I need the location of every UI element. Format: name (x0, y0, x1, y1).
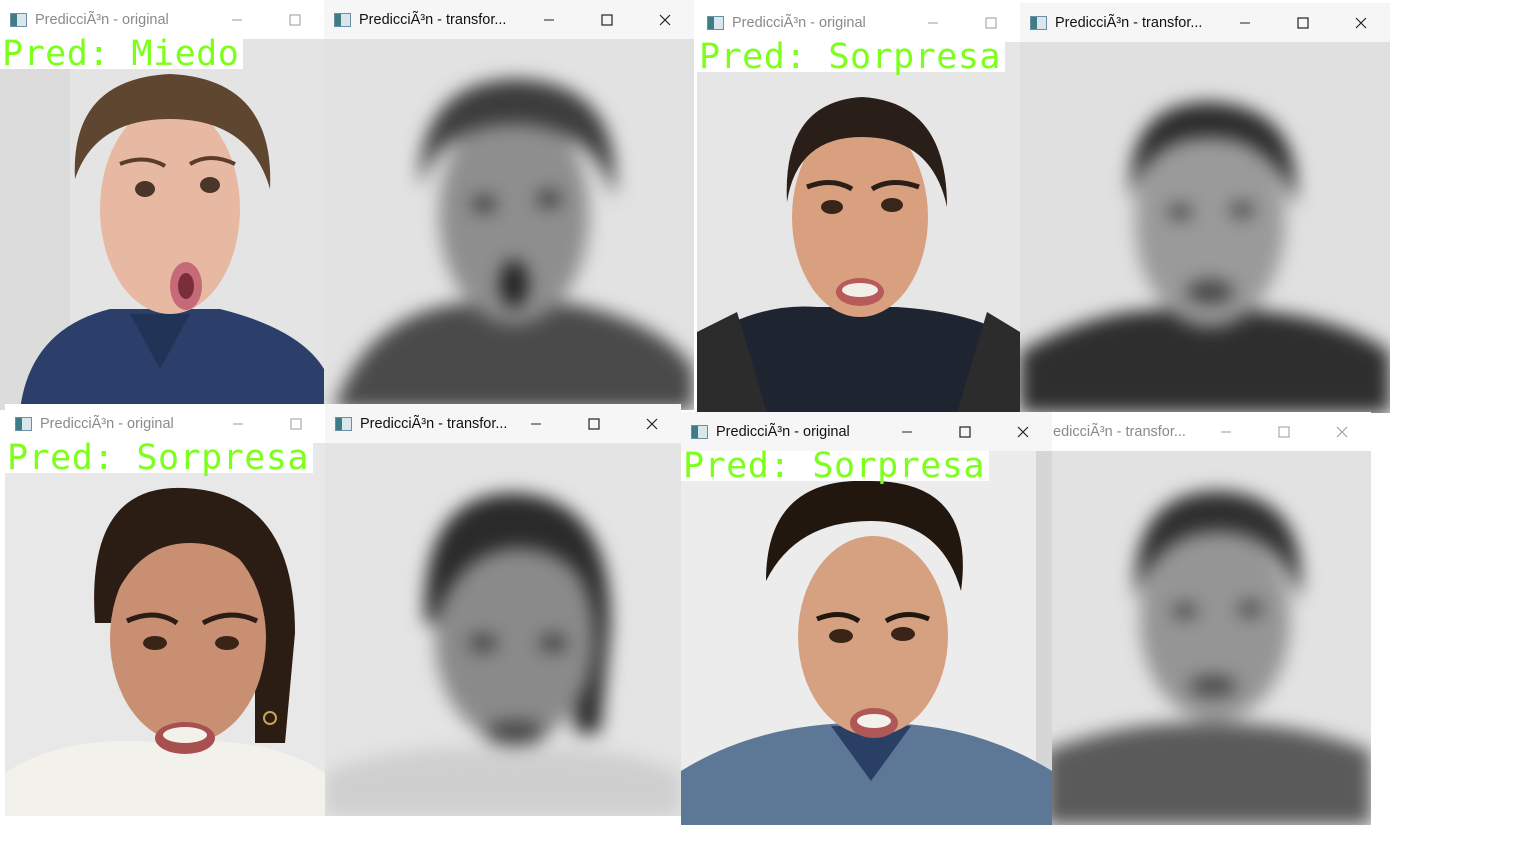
window-transformed-3[interactable]: PredicciÃ³n - transfor... (325, 404, 681, 816)
maximize-button[interactable] (578, 0, 636, 39)
minimize-icon (1221, 431, 1231, 432)
prediction-label: Pred: Sorpresa (5, 441, 314, 476)
minimize-icon (232, 19, 242, 20)
image-area: Pred: Sorpresa (681, 449, 1052, 825)
prediction-label: Pred: Sorpresa (681, 449, 990, 484)
maximize-button[interactable] (1274, 3, 1332, 42)
app-icon (1030, 15, 1047, 30)
maximize-button[interactable] (1255, 412, 1313, 451)
minimize-icon (531, 423, 541, 424)
close-button[interactable] (994, 412, 1052, 451)
app-icon (707, 15, 724, 30)
window-title: PredicciÃ³n - original (35, 11, 169, 28)
close-button[interactable] (623, 404, 681, 443)
close-icon (1336, 426, 1348, 437)
minimize-button[interactable] (507, 404, 565, 443)
minimize-icon (544, 19, 554, 20)
minimize-icon (233, 423, 243, 424)
close-icon (1017, 426, 1029, 437)
maximize-icon (1278, 426, 1290, 437)
close-icon (1355, 17, 1367, 28)
transformed-face-photo (324, 39, 694, 410)
transformed-face-photo (325, 443, 681, 816)
image-area (325, 443, 681, 816)
app-icon (691, 424, 708, 439)
app-icon (334, 12, 351, 27)
maximize-icon (290, 418, 302, 429)
title-bar[interactable]: PredicciÃ³n - transfor... (325, 404, 681, 443)
minimize-icon (1240, 22, 1250, 23)
title-bar[interactable]: PredicciÃ³n - transfor... (324, 0, 694, 39)
maximize-button[interactable] (565, 404, 623, 443)
window-title: PredicciÃ³n - original (40, 415, 174, 432)
image-area (1045, 451, 1371, 825)
prediction-label: Pred: Miedo (0, 37, 244, 72)
window-transformed-4[interactable]: edicciÃ³n - transfor... (1045, 412, 1371, 825)
image-area (1020, 42, 1390, 413)
maximize-icon (959, 425, 971, 438)
maximize-icon (1297, 16, 1309, 29)
window-title: edicciÃ³n - transfor... (1053, 423, 1186, 440)
window-title: PredicciÃ³n - transfor... (359, 11, 507, 28)
close-button[interactable] (636, 0, 694, 39)
face-photo (681, 451, 1052, 825)
title-bar[interactable]: PredicciÃ³n - transfor... (1020, 3, 1390, 42)
transformed-face-photo (1045, 451, 1371, 825)
maximize-icon (289, 14, 301, 25)
title-bar[interactable]: edicciÃ³n - transfor... (1045, 412, 1371, 451)
image-area: Pred: Sorpresa (5, 441, 325, 816)
app-icon (15, 416, 32, 431)
maximize-icon (601, 13, 613, 26)
window-title: PredicciÃ³n - original (732, 14, 866, 31)
window-title: PredicciÃ³n - transfor... (1055, 14, 1203, 31)
window-title: PredicciÃ³n - original (716, 423, 850, 440)
close-icon (659, 14, 671, 25)
transformed-face-photo (1020, 42, 1390, 413)
close-icon (646, 418, 658, 429)
minimize-icon (902, 431, 912, 432)
face-photo (5, 443, 325, 816)
window-original-3[interactable]: PredicciÃ³n - original Pred: Sorpresa (5, 404, 325, 816)
window-transformed-1[interactable]: PredicciÃ³n - transfor... (324, 0, 694, 410)
image-area: Pred: Miedo (0, 37, 324, 410)
image-area (324, 39, 694, 410)
maximize-icon (985, 17, 997, 28)
window-title: PredicciÃ³n - transfor... (360, 415, 508, 432)
minimize-button[interactable] (1197, 412, 1255, 451)
window-transformed-2[interactable]: PredicciÃ³n - transfor... (1020, 3, 1390, 413)
maximize-button[interactable] (266, 0, 324, 39)
minimize-button[interactable] (520, 0, 578, 39)
window-original-4[interactable]: PredicciÃ³n - original Pred: Sorpresa (681, 412, 1052, 825)
image-area: Pred: Sorpresa (697, 40, 1020, 413)
close-button[interactable] (1332, 3, 1390, 42)
face-photo (0, 39, 324, 410)
minimize-button[interactable] (1216, 3, 1274, 42)
minimize-icon (928, 22, 938, 23)
prediction-label: Pred: Sorpresa (697, 40, 1006, 75)
close-button[interactable] (1313, 412, 1371, 451)
window-original-1[interactable]: PredicciÃ³n - original Pred: Miedo (0, 0, 324, 410)
app-icon (335, 416, 352, 431)
app-icon (10, 12, 27, 27)
window-original-2[interactable]: PredicciÃ³n - original Pred: Sorpresa (697, 3, 1020, 413)
face-photo (697, 42, 1020, 413)
maximize-icon (588, 417, 600, 430)
